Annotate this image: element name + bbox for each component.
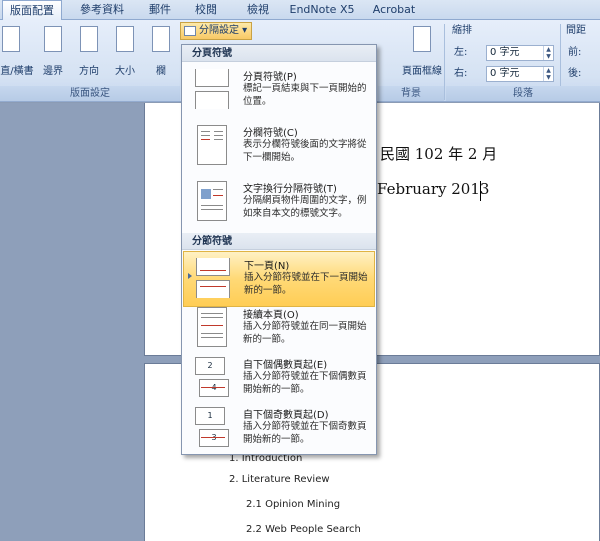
margins-icon [44, 26, 62, 52]
tab-endnote[interactable]: EndNote X5 [284, 0, 360, 20]
menu-item-desc: 插入分節符號並在下個奇數頁開始新的一節。 [243, 421, 367, 445]
margins-label: 邊界 [43, 66, 63, 77]
menu-item-desc: 標記一頁結束與下一頁開始的位置。 [243, 83, 367, 107]
menu-item-desc: 插入分節符號並在下一頁開始新的一節。 [244, 272, 368, 296]
orientation-button[interactable]: 方向 [72, 24, 106, 82]
tab-acrobat[interactable]: Acrobat [364, 0, 424, 20]
date-zh[interactable]: 民國 102 年 2 月 [380, 143, 497, 164]
spacing-after-label: 後: [568, 68, 582, 79]
page-borders-icon [413, 26, 431, 52]
menu-item-page-break[interactable]: 分頁符號(P) 標記一頁結束與下一頁開始的位置。 [183, 63, 375, 119]
even-page-icon: 2 4 [195, 357, 229, 397]
date-en[interactable]: February 2013 [377, 180, 489, 198]
continuous-icon [195, 307, 229, 347]
page-break-icon [195, 69, 229, 109]
text-cursor [480, 181, 481, 201]
orientation-icon [80, 26, 98, 52]
tab-layout[interactable]: 版面配置 [2, 0, 62, 21]
text-direction-button[interactable]: 直/橫書 [0, 24, 34, 82]
menu-item-title: 分欄符號(C) [243, 128, 298, 139]
column-break-icon [195, 125, 229, 165]
orientation-label: 方向 [79, 66, 99, 77]
menu-item-column-break[interactable]: 分欄符號(C) 表示分欄符號後面的文字將從下一欄開始。 [183, 119, 375, 175]
menu-item-title: 分頁符號(P) [243, 72, 297, 83]
size-icon [116, 26, 134, 52]
columns-button[interactable]: 欄 [144, 24, 178, 82]
menu-item-desc: 分隔網頁物件周圍的文字，例如來自本文的標號文字。 [243, 195, 367, 219]
menu-item-continuous[interactable]: 接續本頁(O) 插入分節符號並在同一頁開始新的一節。 [183, 301, 375, 357]
toc-item[interactable]: 2.2 Web People Search [246, 524, 361, 535]
tab-mailings[interactable]: 郵件 [140, 0, 180, 20]
menu-item-text-wrapping-break[interactable]: 文字換行分隔符號(T) 分隔網頁物件周圍的文字，例如來自本文的標號文字。 [183, 175, 375, 231]
section-breaks-header: 分節符號 [182, 233, 376, 250]
size-label: 大小 [115, 66, 135, 77]
menu-item-desc: 插入分節符號並在同一頁開始新的一節。 [243, 321, 367, 345]
indent-right-input[interactable]: 0 字元 ▲ ▼ [486, 66, 554, 82]
tab-view[interactable]: 檢視 [238, 0, 278, 20]
group-separator [444, 24, 445, 100]
margins-button[interactable]: 邊界 [36, 24, 70, 82]
breaks-label: 分隔設定 [199, 25, 239, 36]
tab-review[interactable]: 校閱 [186, 0, 226, 20]
next-page-icon [196, 258, 230, 298]
menu-item-next-page[interactable]: 下一頁(N) 插入分節符號並在下一頁開始新的一節。 [183, 251, 375, 307]
hover-arrow-icon [188, 273, 192, 279]
layout-group-label: 版面設定 [0, 86, 180, 101]
breaks-menu: 分頁符號 分頁符號(P) 標記一頁結束與下一頁開始的位置。 分欄符號(C) 表示… [181, 44, 377, 455]
background-group-label: 背景 [378, 86, 444, 101]
text-direction-icon [2, 26, 20, 52]
text-direction-label: 直/橫書 [0, 66, 34, 77]
menu-item-title: 自下個偶數頁起(E) [243, 360, 328, 371]
odd-page-icon: 1 3 [195, 407, 229, 447]
toc-item[interactable]: 2.1 Opinion Mining [246, 499, 340, 510]
columns-icon [152, 26, 170, 52]
page-borders-button[interactable]: 頁面框線 [402, 24, 442, 82]
toc-item[interactable]: 2. Literature Review [229, 474, 330, 485]
menu-item-odd-page[interactable]: 1 3 自下個奇數頁起(D) 插入分節符號並在下個奇數頁開始新的一節。 [183, 401, 375, 457]
size-button[interactable]: 大小 [108, 24, 142, 82]
indent-right-value: 0 字元 [490, 68, 520, 79]
menu-item-title: 文字換行分隔符號(T) [243, 184, 337, 195]
ribbon-tab-bar: 版面配置 參考資料 郵件 校閱 檢視 EndNote X5 Acrobat [0, 0, 600, 21]
menu-item-title: 接續本頁(O) [243, 310, 299, 321]
tab-references[interactable]: 參考資料 [72, 0, 132, 20]
indent-label: 縮排 [452, 25, 472, 36]
breaks-dropdown-button[interactable]: 分隔設定 ▾ [180, 22, 252, 40]
menu-item-desc: 插入分節符號並在下個偶數頁開始新的一節。 [243, 371, 367, 395]
spacing-label: 間距 [566, 25, 586, 36]
indent-right-label: 右: [454, 68, 468, 79]
spin-arrows-icon[interactable]: ▲ ▼ [543, 46, 553, 60]
page-borders-label: 頁面框線 [402, 66, 442, 77]
menu-item-title: 自下個奇數頁起(D) [243, 410, 329, 421]
spacing-before-label: 前: [568, 47, 582, 58]
paragraph-group-label: 段落 [446, 86, 600, 101]
text-wrapping-icon [195, 181, 229, 221]
columns-label: 欄 [156, 66, 166, 77]
indent-left-input[interactable]: 0 字元 ▲ ▼ [486, 45, 554, 61]
menu-item-desc: 表示分欄符號後面的文字將從下一欄開始。 [243, 139, 367, 163]
spin-arrows-icon[interactable]: ▲ ▼ [543, 67, 553, 81]
indent-left-value: 0 字元 [490, 47, 520, 58]
menu-item-even-page[interactable]: 2 4 自下個偶數頁起(E) 插入分節符號並在下個偶數頁開始新的一節。 [183, 351, 375, 407]
breaks-icon [184, 26, 196, 36]
menu-item-title: 下一頁(N) [244, 261, 290, 272]
page-breaks-header: 分頁符號 [182, 45, 376, 62]
indent-left-label: 左: [454, 47, 468, 58]
